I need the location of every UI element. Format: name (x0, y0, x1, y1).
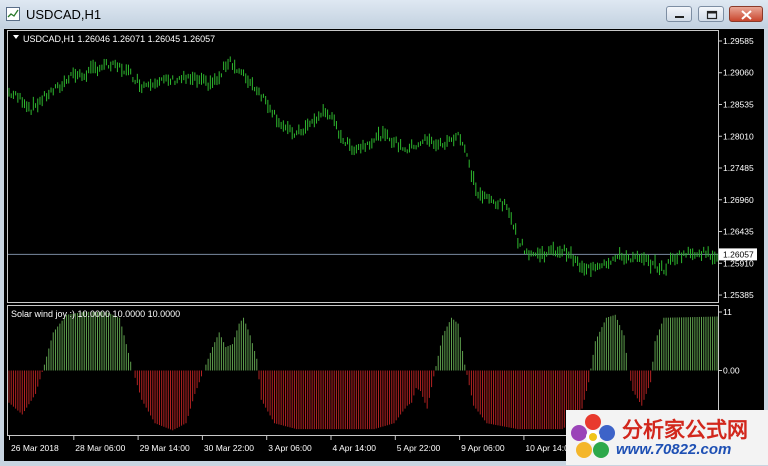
chart-menu-triangle-icon[interactable] (13, 35, 19, 39)
watermark-url: www.70822.com (616, 441, 732, 458)
price-tick-label: 1.29585 (723, 36, 754, 46)
flower-logo-icon (571, 414, 615, 458)
time-tick-label: 3 Apr 06:00 (268, 443, 312, 453)
price-tick-label: 1.26960 (723, 195, 754, 205)
current-price-label: 1.26057 (723, 249, 754, 259)
indicator-y-axis: 110.00 (718, 307, 740, 376)
time-axis: 26 Mar 2018 28 Mar 06:00 29 Mar 14:00 30 Ma… (9, 436, 574, 453)
maximize-button[interactable] (698, 6, 724, 22)
watermark: 分析家公式网 www.70822.com (566, 410, 768, 465)
time-tick-label: 29 Mar 14:00 (140, 443, 190, 453)
price-tick-label: 1.28010 (723, 131, 754, 141)
time-tick-label: 9 Apr 06:00 (461, 443, 505, 453)
minimize-button[interactable] (666, 6, 692, 22)
time-tick-label: 4 Apr 14:00 (333, 443, 377, 453)
time-tick-label: 30 Mar 22:00 (204, 443, 254, 453)
chart-window: USDCAD,H1 1.26046 1.26071 1.26045 1.2605… (4, 29, 764, 461)
chart-canvas[interactable]: USDCAD,H1 1.26046 1.26071 1.26045 1.2605… (4, 29, 764, 461)
price-panel-border (7, 30, 719, 303)
chart-window-icon (6, 7, 20, 21)
price-tick-label: 1.29060 (723, 68, 754, 78)
time-tick-label: 26 Mar 2018 (11, 443, 59, 453)
price-y-axis: 1.29585 1.29060 1.28535 1.28010 1.27485 1.269… (718, 36, 754, 300)
window-title: USDCAD,H1 (26, 7, 102, 22)
indicator-tick-label: 11 (723, 307, 732, 317)
price-tick-label: 1.25385 (723, 290, 754, 300)
indicator-panel-label: Solar wind joy :) 10.0000 10.0000 10.000… (11, 309, 180, 319)
price-panel-header: USDCAD,H1 1.26046 1.26071 1.26045 1.2605… (23, 34, 215, 44)
time-tick-label: 5 Apr 22:00 (397, 443, 441, 453)
watermark-title: 分析家公式网 (622, 419, 748, 442)
minimize-icon (675, 16, 684, 18)
price-tick-label: 1.28535 (723, 99, 754, 109)
price-tick-label: 1.26435 (723, 227, 754, 237)
close-button[interactable] (729, 6, 763, 22)
price-tick-label: 1.27485 (723, 163, 754, 173)
close-icon (741, 10, 752, 20)
window-titlebar: USDCAD,H1 (0, 0, 768, 28)
indicator-tick-label: 0.00 (723, 366, 740, 376)
maximize-icon (706, 10, 718, 20)
time-tick-label: 28 Mar 06:00 (75, 443, 125, 453)
price-bars (8, 56, 718, 277)
